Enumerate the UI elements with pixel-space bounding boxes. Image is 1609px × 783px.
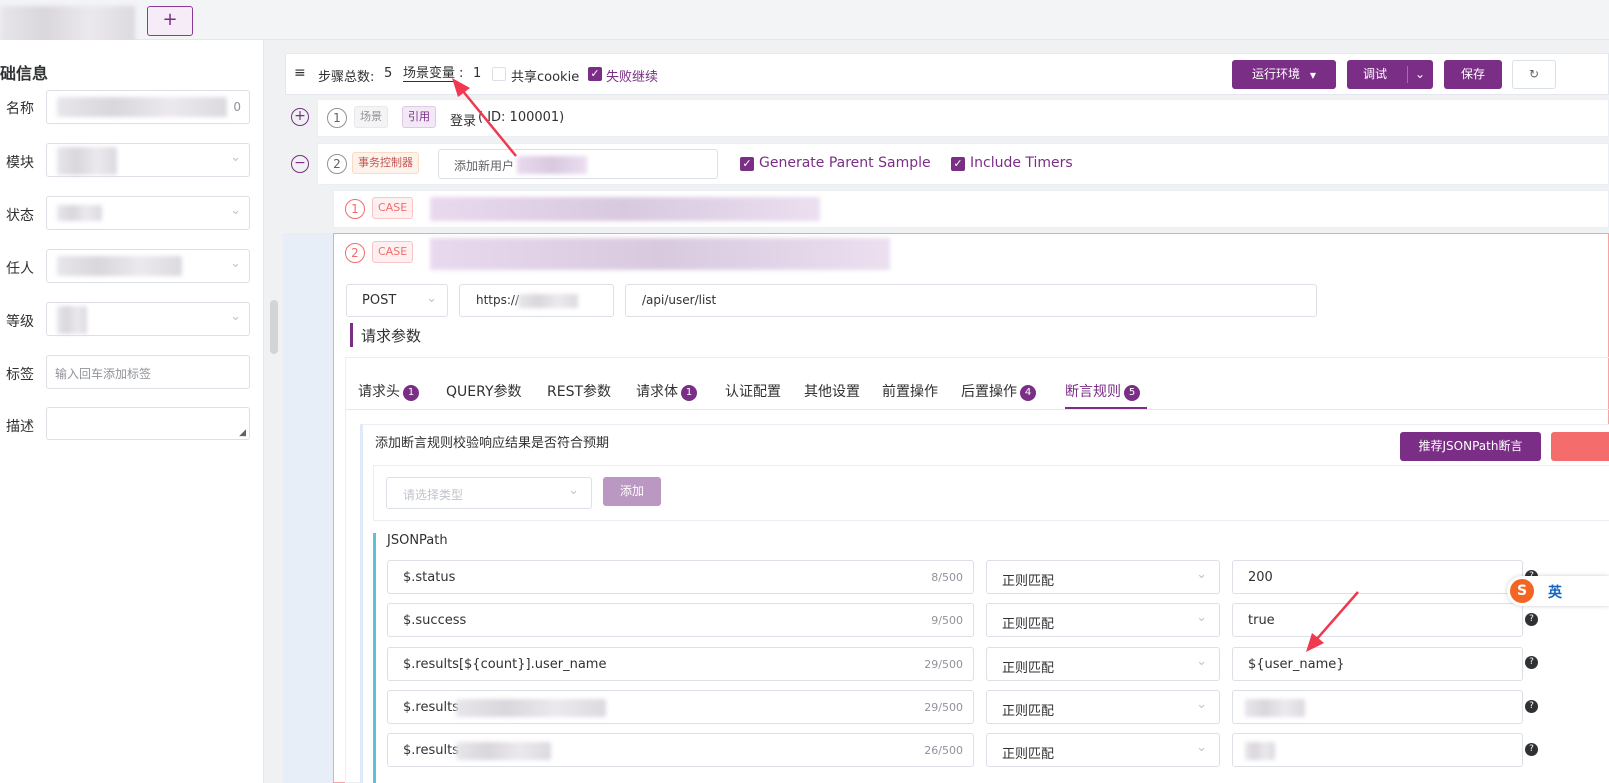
arrow-to-scene-variables	[461, 89, 517, 157]
arrow-to-user-name-value	[1315, 591, 1359, 641]
arrow-head-icon	[1306, 633, 1324, 652]
arrow-head-icon	[452, 78, 470, 97]
annotation-arrows	[452, 78, 1359, 652]
